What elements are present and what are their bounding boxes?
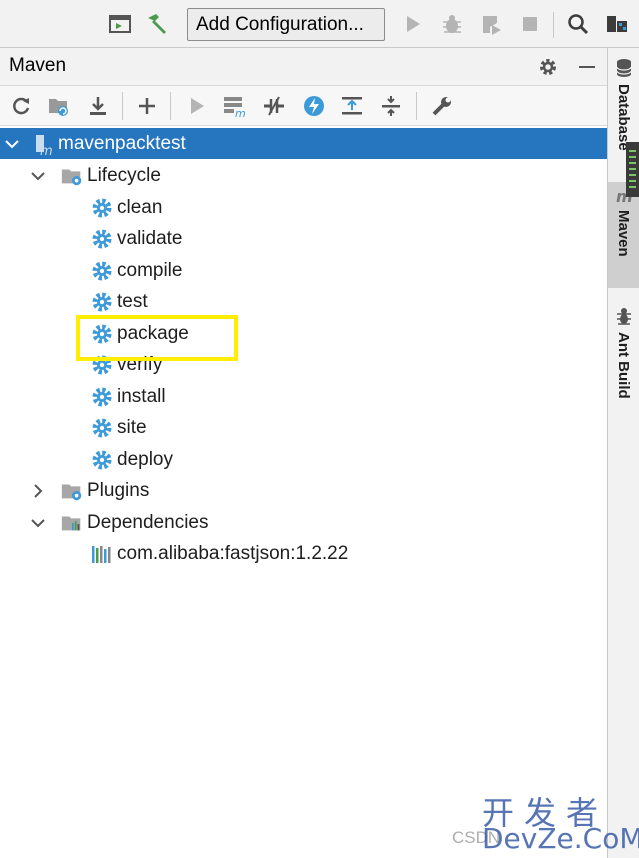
show-dependencies-icon[interactable] (339, 93, 365, 119)
maven-module-icon: m (32, 132, 56, 156)
main-toolbar: Add Configuration... (0, 0, 639, 48)
tree-item-phase[interactable]: test (0, 286, 607, 317)
phase-label: site (117, 416, 147, 438)
svg-text:m: m (235, 107, 246, 118)
tree-item-plugins[interactable]: Plugins (0, 475, 607, 506)
tree-item-dependency[interactable]: com.alibaba:fastjson:1.2.22 (0, 538, 607, 569)
memory-indicator (626, 142, 639, 197)
toolbar-divider (416, 92, 417, 120)
collapse-all-icon[interactable] (378, 93, 404, 119)
gear-icon (90, 196, 114, 220)
add-configuration-button[interactable]: Add Configuration... (187, 8, 385, 41)
project-structure-icon[interactable] (604, 10, 630, 38)
phase-label: compile (117, 259, 183, 281)
dependencies-label: Dependencies (87, 511, 209, 533)
side-tab-label: Ant Build (615, 332, 632, 399)
gear-icon (90, 227, 114, 251)
svg-text:m: m (40, 144, 53, 156)
reload-icon[interactable] (8, 93, 34, 119)
phase-label: test (117, 290, 148, 312)
tree-item-phase[interactable]: site (0, 412, 607, 443)
gear-icon (90, 448, 114, 472)
skip-tests-icon[interactable] (301, 93, 327, 119)
search-icon[interactable] (565, 10, 591, 38)
run-with-coverage-icon[interactable] (478, 10, 504, 38)
phase-label: deploy (117, 448, 173, 470)
add-icon[interactable] (134, 93, 160, 119)
maven-panel-header: Maven (0, 48, 607, 86)
side-tab-ant-build[interactable]: Ant Build (608, 302, 639, 412)
tree-item-phase[interactable]: compile (0, 255, 607, 286)
plugins-folder-icon (60, 479, 84, 503)
side-tab-maven[interactable]: m Maven (608, 182, 639, 288)
watermark-en: DevZe.CoM (482, 822, 639, 855)
chevron-down-icon[interactable] (30, 515, 46, 531)
phase-label: install (117, 385, 166, 407)
settings-gear-icon[interactable] (535, 54, 561, 80)
phase-label: package (117, 322, 189, 344)
wrench-icon[interactable] (429, 93, 455, 119)
maven-toolbar: m (0, 86, 607, 126)
toolbar-divider (553, 12, 554, 38)
gear-icon (90, 290, 114, 314)
tree-item-phase[interactable]: deploy (0, 444, 607, 475)
tree-item-phase[interactable]: validate (0, 223, 607, 254)
run-anything-icon[interactable] (107, 10, 133, 38)
chevron-down-icon[interactable] (4, 136, 20, 152)
toggle-offline-icon[interactable] (261, 93, 287, 119)
toolbar-divider (122, 92, 123, 120)
tree-item-dependencies[interactable]: Dependencies (0, 507, 607, 538)
side-tab-label: Maven (615, 210, 632, 257)
gear-icon (90, 322, 114, 346)
ant-icon (616, 308, 631, 325)
tree-item-phase[interactable]: verify (0, 349, 607, 380)
dependencies-folder-icon (60, 511, 84, 535)
panel-title: Maven (9, 55, 67, 76)
plugins-label: Plugins (87, 479, 150, 501)
side-tab-label: Database (615, 84, 632, 151)
lifecycle-folder-icon (60, 164, 84, 188)
run-maven-build-icon[interactable] (184, 93, 210, 119)
database-icon (615, 59, 632, 77)
tree-item-phase[interactable]: clean (0, 192, 607, 223)
phase-label: validate (117, 227, 183, 249)
tree-item-phase[interactable]: install (0, 381, 607, 412)
tree-item-phase[interactable]: package (0, 318, 607, 349)
dependency-label: com.alibaba:fastjson:1.2.22 (117, 542, 349, 564)
tree-item-project[interactable]: m mavenpacktest (0, 128, 607, 159)
phase-label: verify (117, 353, 163, 375)
execute-maven-goal-icon[interactable]: m (222, 93, 248, 119)
build-hammer-icon[interactable] (144, 10, 170, 38)
project-label: mavenpacktest (58, 132, 186, 154)
debug-icon[interactable] (439, 10, 465, 38)
library-icon (90, 542, 114, 566)
phase-label: clean (117, 196, 163, 218)
stop-icon[interactable] (517, 10, 543, 38)
gear-icon (90, 416, 114, 440)
gear-icon (90, 259, 114, 283)
gear-icon (90, 385, 114, 409)
gear-icon (90, 353, 114, 377)
toolbar-divider (170, 92, 171, 120)
chevron-down-icon[interactable] (30, 168, 46, 184)
lifecycle-label: Lifecycle (87, 164, 161, 186)
reimport-icon[interactable] (46, 93, 72, 119)
tree-item-lifecycle[interactable]: Lifecycle (0, 160, 607, 191)
minimize-icon[interactable] (574, 54, 600, 80)
chevron-right-icon[interactable] (30, 483, 46, 499)
download-icon[interactable] (85, 93, 111, 119)
run-icon[interactable] (400, 10, 426, 38)
